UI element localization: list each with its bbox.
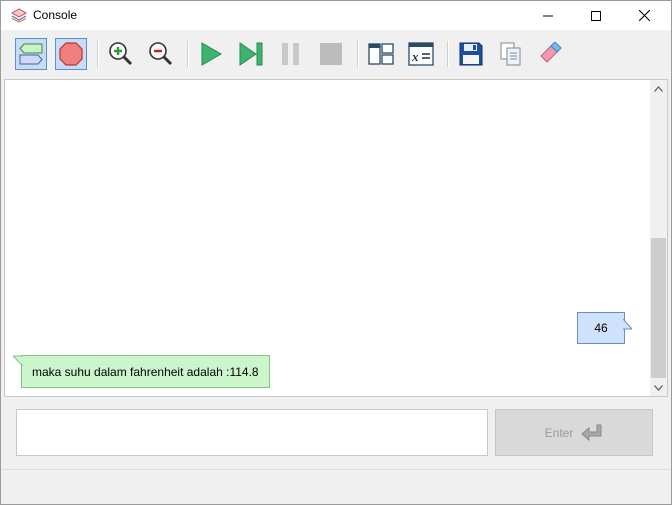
stop-sign-icon [59, 42, 83, 66]
step-icon [239, 42, 263, 66]
toolbar-separator [357, 41, 359, 67]
maximize-button[interactable] [573, 1, 619, 30]
input-message-bubble: 46 [577, 312, 632, 344]
enter-button-label: Enter [544, 425, 574, 440]
status-bar [2, 469, 670, 503]
eraser-icon [540, 42, 562, 63]
save-icon [459, 42, 483, 66]
layout-icon [368, 43, 394, 65]
chevron-up-icon [654, 85, 663, 92]
console-output-area[interactable]: 46 maka suhu dalam fahrenheit adalah :11… [4, 79, 668, 397]
copy-icon [500, 42, 521, 66]
close-button[interactable] [621, 1, 667, 30]
console-window: Console x 46 maka suhu dalam fahrenheit … [0, 0, 672, 505]
toolbar-separator [187, 41, 189, 67]
scroll-down-button[interactable] [650, 379, 667, 396]
variables-icon: x [408, 42, 434, 66]
minimize-button[interactable] [525, 1, 571, 30]
close-icon [638, 10, 650, 21]
app-icon [11, 8, 27, 23]
stop-button[interactable] [315, 38, 347, 70]
zoom-out-button[interactable] [145, 38, 177, 70]
chevron-down-icon [654, 384, 663, 391]
run-button[interactable] [195, 38, 227, 70]
console-input-field[interactable] [16, 409, 488, 456]
enter-return-icon [581, 424, 602, 441]
zoom-in-button[interactable] [105, 38, 137, 70]
input-message-text: 46 [594, 321, 608, 335]
output-message-text: maka suhu dalam fahrenheit adalah :114.8 [32, 364, 259, 379]
zoom-in-icon [109, 42, 133, 66]
vertical-scrollbar[interactable] [650, 80, 667, 396]
maximize-icon [591, 10, 601, 21]
enter-button[interactable]: Enter [495, 409, 653, 456]
copy-button[interactable] [495, 38, 527, 70]
variables-button[interactable]: x [405, 38, 437, 70]
scroll-up-button[interactable] [650, 80, 667, 97]
window-title: Console [33, 8, 78, 22]
bubble-tail [13, 355, 23, 367]
layout-button[interactable] [365, 38, 397, 70]
pause-icon [282, 43, 299, 65]
save-button[interactable] [455, 38, 487, 70]
title-bar: Console [1, 1, 671, 30]
svg-text:x: x [411, 49, 419, 64]
stop-sign-button[interactable] [55, 38, 87, 70]
toolbar-separator [97, 41, 99, 67]
minimize-icon [543, 15, 553, 16]
stop-icon [320, 43, 342, 65]
console-mode-button[interactable] [15, 38, 47, 70]
bubble-tail [623, 319, 632, 330]
run-icon [201, 42, 222, 66]
console-mode-icon [19, 43, 43, 65]
output-message-bubble: maka suhu dalam fahrenheit adalah :114.8 [13, 355, 270, 388]
zoom-out-icon [149, 42, 173, 66]
step-button[interactable] [235, 38, 267, 70]
pause-button[interactable] [275, 38, 307, 70]
eraser-button[interactable] [535, 38, 567, 70]
toolbar: x [1, 30, 671, 78]
toolbar-separator [447, 41, 449, 67]
scrollbar-thumb[interactable] [651, 238, 666, 378]
